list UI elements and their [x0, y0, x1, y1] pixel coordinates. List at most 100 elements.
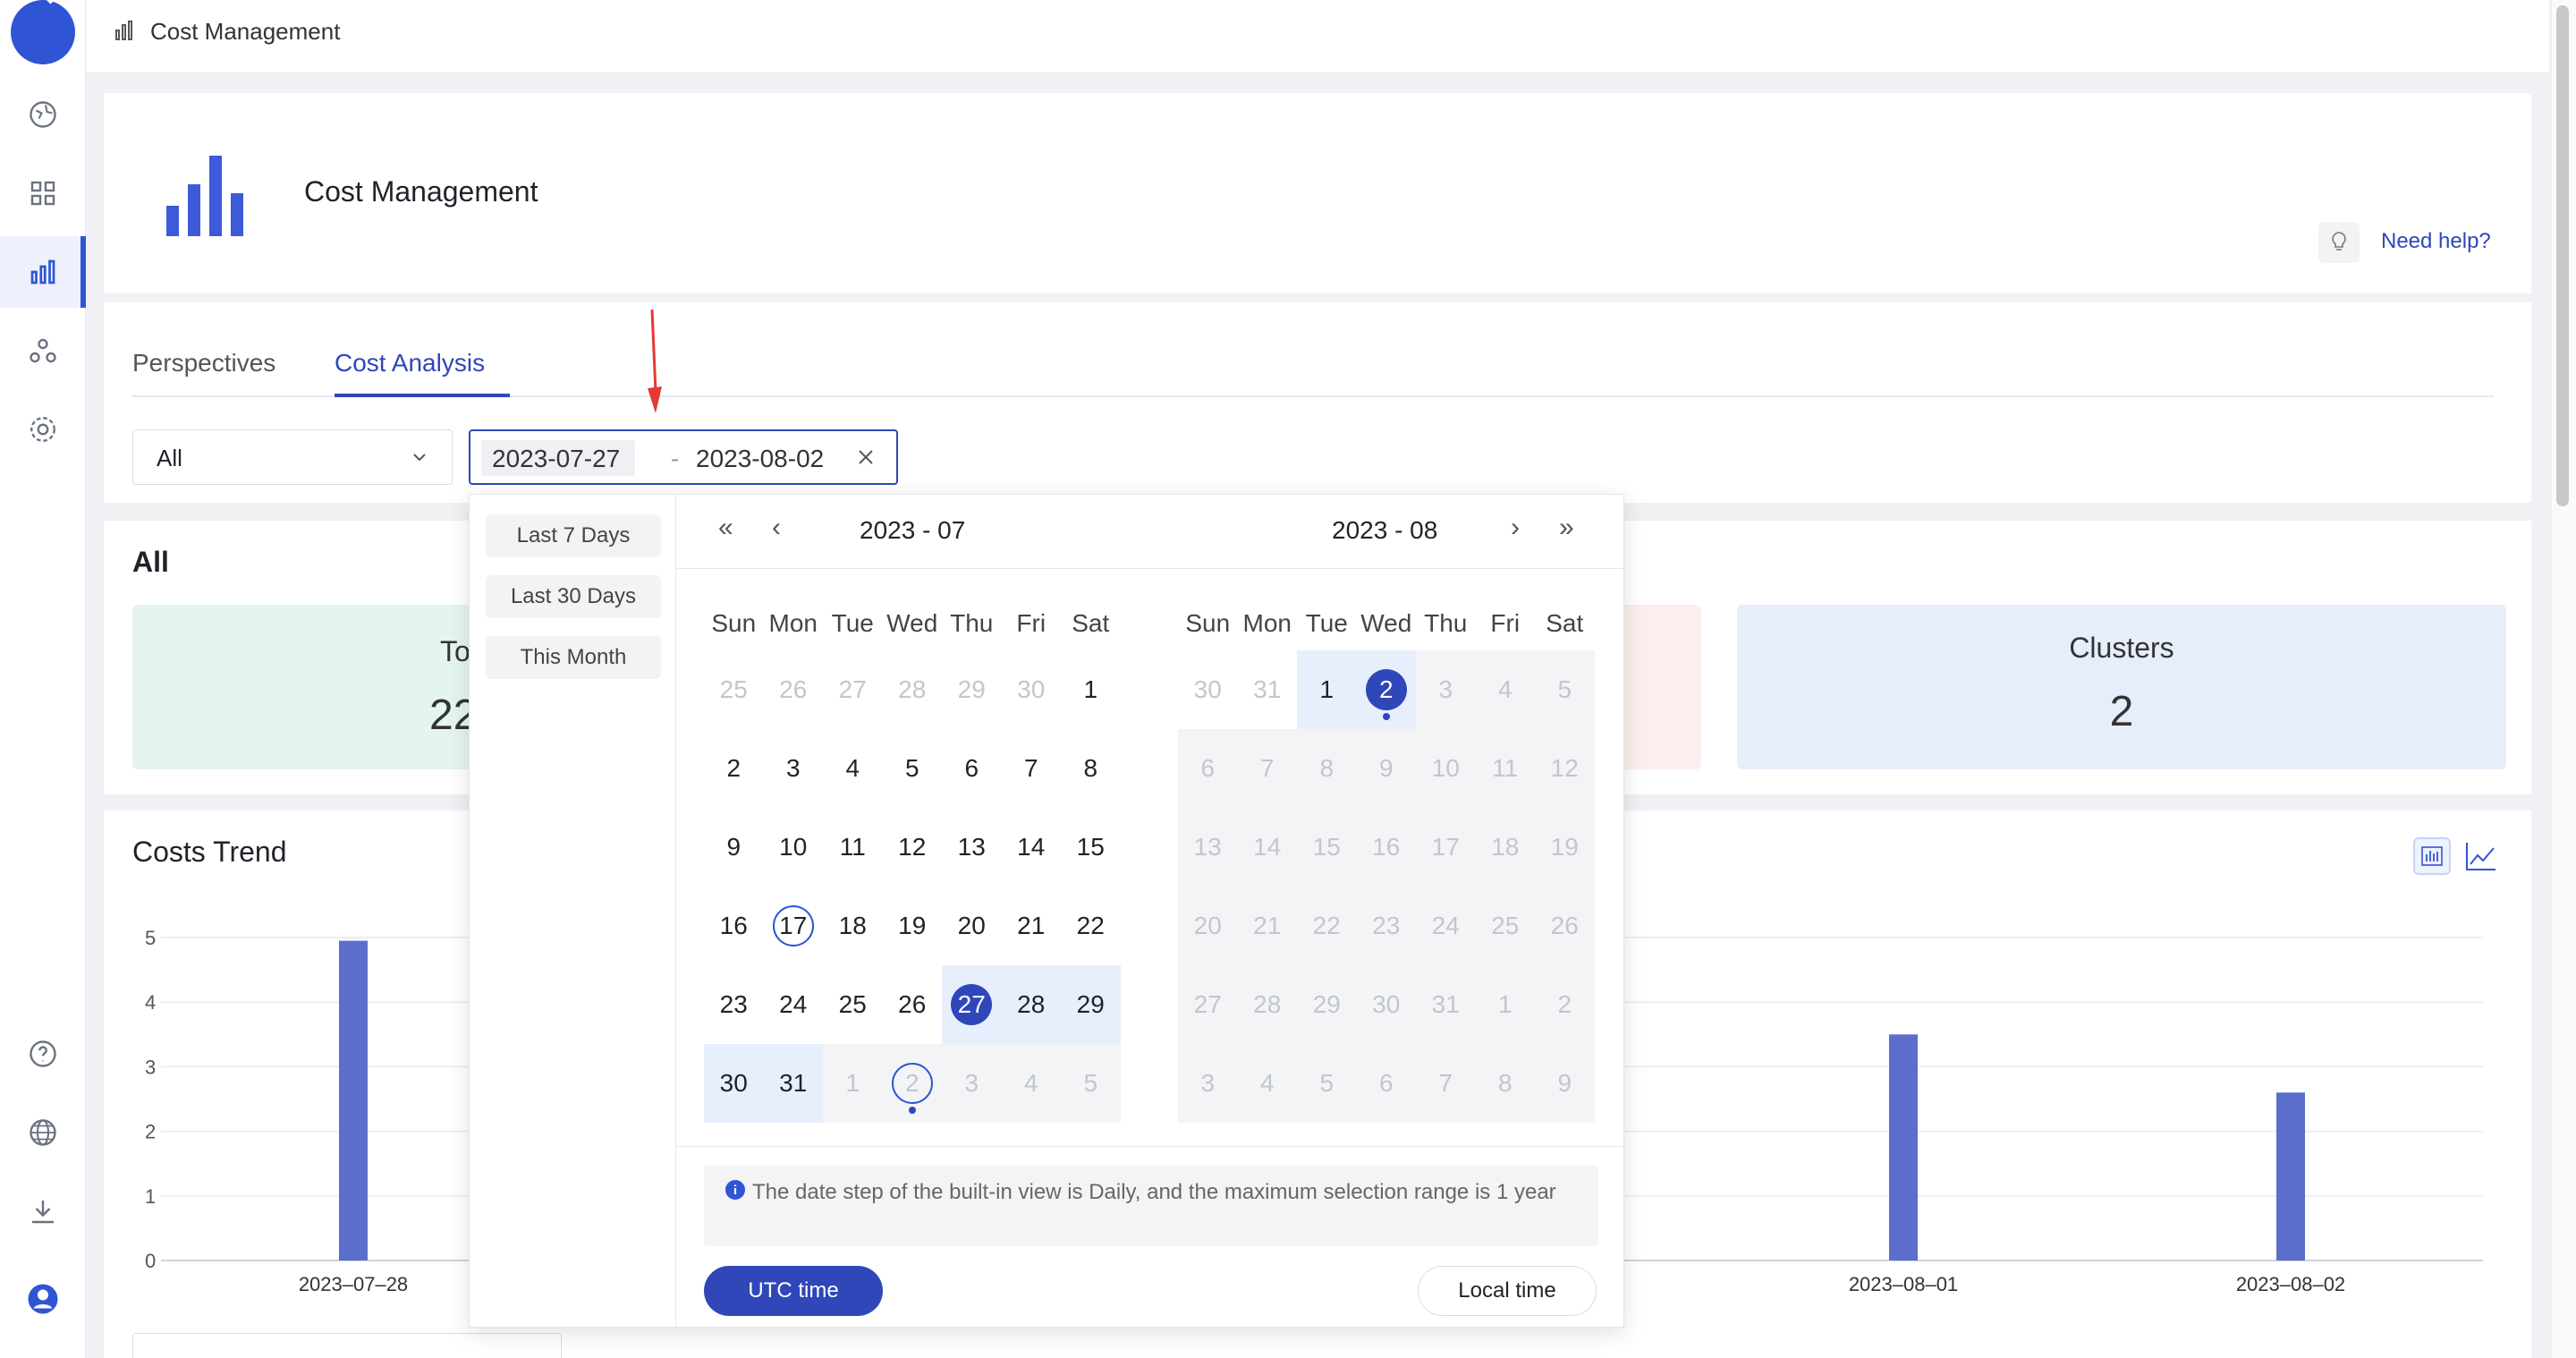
cost-nav-icon[interactable]	[0, 236, 86, 308]
tab-perspectives[interactable]: Perspectives	[132, 349, 275, 378]
calendar-day[interactable]: 26	[764, 650, 824, 729]
calendar-day[interactable]: 12	[1535, 729, 1595, 808]
network-nav-icon[interactable]	[0, 315, 86, 386]
clear-icon[interactable]	[855, 446, 877, 472]
calendar-day[interactable]: 28	[1001, 965, 1061, 1044]
calendar-day[interactable]: 29	[942, 650, 1002, 729]
range-end-input[interactable]: 2023-08-02	[696, 445, 824, 473]
globe-nav-icon[interactable]	[0, 1097, 86, 1168]
next-year-icon[interactable]: »	[1559, 513, 1574, 543]
calendar-day[interactable]: 23	[704, 965, 764, 1044]
calendar-day[interactable]: 17	[1416, 808, 1476, 887]
preset-last-7-days[interactable]: Last 7 Days	[486, 514, 661, 557]
help-nav-icon[interactable]	[0, 1018, 86, 1090]
calendar-day[interactable]: 12	[883, 808, 943, 887]
tab-cost-analysis[interactable]: Cost Analysis	[335, 349, 485, 378]
calendar-day[interactable]: 25	[823, 965, 883, 1044]
calendar-day[interactable]: 6	[942, 729, 1002, 808]
calendar-day[interactable]: 5	[883, 729, 943, 808]
calendar-day[interactable]: 6	[1178, 729, 1238, 808]
apps-nav-icon[interactable]	[0, 157, 86, 229]
calendar-day[interactable]: 27	[942, 965, 1002, 1044]
calendar-day[interactable]: 13	[942, 808, 1002, 887]
calendar-day[interactable]: 21	[1002, 887, 1062, 965]
calendar-day[interactable]: 16	[704, 887, 764, 965]
calendar-day[interactable]: 30	[704, 1044, 764, 1123]
calendar-day[interactable]: 5	[1061, 1044, 1121, 1123]
calendar-day[interactable]: 30	[1356, 965, 1416, 1044]
calendar-day[interactable]: 27	[823, 650, 883, 729]
calendar-day[interactable]: 22	[1061, 887, 1121, 965]
table-search-input[interactable]	[132, 1333, 562, 1358]
calendar-day[interactable]: 7	[1237, 729, 1297, 808]
calendar-day[interactable]: 1	[1061, 650, 1121, 729]
calendar-day[interactable]: 8	[1475, 1044, 1535, 1123]
calendar-day[interactable]: 25	[704, 650, 764, 729]
calendar-day[interactable]: 16	[1356, 808, 1416, 887]
scope-select[interactable]: All	[132, 429, 453, 485]
calendar-day[interactable]: 28	[883, 650, 943, 729]
calendar-day[interactable]: 4	[823, 729, 883, 808]
calendar-day[interactable]: 5	[1297, 1044, 1357, 1123]
calendar-day[interactable]: 22	[1297, 887, 1357, 965]
calendar-day[interactable]: 10	[1416, 729, 1476, 808]
preset-this-month[interactable]: This Month	[486, 636, 661, 679]
calendar-day[interactable]: 4	[1237, 1044, 1297, 1123]
page-scrollbar-thumb[interactable]	[2556, 5, 2569, 506]
calendar-day[interactable]: 9	[704, 808, 764, 887]
calendar-day[interactable]: 19	[883, 887, 943, 965]
calendar-day[interactable]: 23	[1356, 887, 1416, 965]
calendar-day[interactable]: 3	[1178, 1044, 1238, 1123]
calendar-day[interactable]: 15	[1061, 808, 1121, 887]
calendar-day[interactable]: 24	[1416, 887, 1476, 965]
need-help-link[interactable]: Need help?	[2381, 229, 2491, 254]
calendar-day[interactable]: 29	[1061, 965, 1121, 1044]
calendar-day[interactable]: 13	[1178, 808, 1238, 887]
calendar-day[interactable]: 24	[764, 965, 824, 1044]
calendar-day[interactable]: 19	[1535, 808, 1595, 887]
calendar-day[interactable]: 30	[1002, 650, 1062, 729]
calendar-day[interactable]: 2	[1356, 650, 1416, 729]
calendar-day[interactable]: 3	[764, 729, 824, 808]
calendar-day[interactable]: 17	[764, 887, 824, 965]
calendar-day[interactable]: 29	[1297, 965, 1357, 1044]
download-nav-icon[interactable]	[0, 1176, 86, 1247]
calendar-day[interactable]: 2	[1535, 965, 1595, 1044]
calendar-day[interactable]: 21	[1237, 887, 1297, 965]
calendar-day[interactable]: 1	[1297, 650, 1357, 729]
calendar-day[interactable]: 15	[1297, 808, 1357, 887]
calendar-day[interactable]: 31	[1238, 650, 1298, 729]
calendar-day[interactable]: 10	[764, 808, 824, 887]
calendar-day[interactable]: 31	[1416, 965, 1476, 1044]
calendar-day[interactable]: 6	[1356, 1044, 1416, 1123]
utc-time-button[interactable]: UTC time	[704, 1266, 883, 1316]
date-range-picker[interactable]: 2023-07-27 - 2023-08-02	[469, 429, 898, 485]
calendar-day[interactable]: 4	[1475, 650, 1535, 729]
calendar-day[interactable]: 14	[1237, 808, 1297, 887]
calendar-day[interactable]: 11	[1475, 729, 1535, 808]
calendar-day[interactable]: 20	[942, 887, 1002, 965]
prev-year-icon[interactable]: «	[718, 513, 733, 543]
calendar-day[interactable]: 8	[1061, 729, 1121, 808]
calendar-day[interactable]: 7	[1416, 1044, 1476, 1123]
prev-month-icon[interactable]: ‹	[772, 513, 781, 543]
calendar-day[interactable]: 9	[1535, 1044, 1595, 1123]
range-start-input[interactable]: 2023-07-27	[492, 445, 620, 473]
calendar-day[interactable]: 4	[1001, 1044, 1061, 1123]
user-avatar-icon[interactable]	[0, 1263, 86, 1335]
calendar-day[interactable]: 18	[823, 887, 883, 965]
calendar-day[interactable]: 25	[1475, 887, 1535, 965]
calendar-day[interactable]: 28	[1237, 965, 1297, 1044]
settings-nav-icon[interactable]	[0, 394, 86, 465]
calendar-day[interactable]: 2	[704, 729, 764, 808]
calendar-day[interactable]: 31	[763, 1044, 823, 1123]
calendar-day[interactable]: 8	[1297, 729, 1357, 808]
next-month-icon[interactable]: ›	[1511, 513, 1520, 543]
preset-last-30-days[interactable]: Last 30 Days	[486, 575, 661, 618]
calendar-day[interactable]: 5	[1535, 650, 1595, 729]
calendar-day[interactable]: 30	[1178, 650, 1238, 729]
calendar-day[interactable]: 1	[1475, 965, 1535, 1044]
calendar-day[interactable]: 3	[1416, 650, 1476, 729]
calendar-day[interactable]: 9	[1356, 729, 1416, 808]
calendar-day[interactable]: 18	[1475, 808, 1535, 887]
